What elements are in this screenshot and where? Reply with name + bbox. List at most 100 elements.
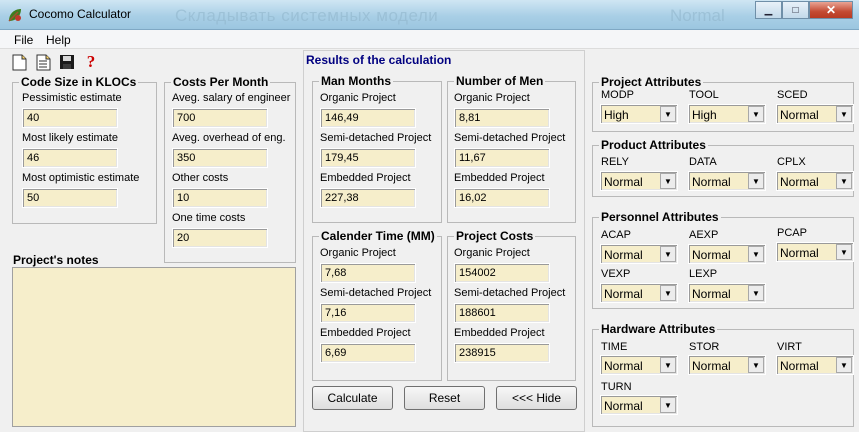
ct-organic-field[interactable]: 7,68 <box>320 263 416 283</box>
save-button[interactable] <box>58 53 76 71</box>
chevron-down-icon[interactable]: ▼ <box>748 246 764 262</box>
notes-textarea[interactable] <box>12 267 296 427</box>
chevron-down-icon[interactable]: ▼ <box>836 106 852 122</box>
ct-semi-field[interactable]: 7,16 <box>320 303 416 323</box>
turn-select[interactable]: Normal ▼ <box>600 395 678 415</box>
acap-select[interactable]: Normal ▼ <box>600 244 678 264</box>
chevron-down-icon[interactable]: ▼ <box>748 357 764 373</box>
pc-semi-field[interactable]: 188601 <box>454 303 550 323</box>
chevron-down-icon[interactable]: ▼ <box>660 285 676 301</box>
reset-button[interactable]: Reset <box>404 386 485 410</box>
ct-organic-label: Organic Project <box>320 247 396 259</box>
mm-semi-label: Semi-detached Project <box>320 132 432 144</box>
project-attributes-title: Project Attributes <box>599 75 704 89</box>
chevron-down-icon[interactable]: ▼ <box>748 106 764 122</box>
product-attributes-group: Product Attributes RELY Normal ▼ DATA No… <box>592 138 854 197</box>
chevron-down-icon[interactable]: ▼ <box>748 173 764 189</box>
pcap-label: PCAP <box>777 227 807 239</box>
lexp-select[interactable]: Normal ▼ <box>688 283 766 303</box>
number-of-men-group: Number of Men Organic Project 8,81 Semi-… <box>447 74 576 223</box>
rely-label: RELY <box>601 156 629 168</box>
cplx-value: Normal <box>780 175 819 189</box>
help-button[interactable]: ? <box>82 52 100 71</box>
hardware-attributes-title: Hardware Attributes <box>599 322 718 336</box>
tool-select[interactable]: High ▼ <box>688 104 766 124</box>
ct-semi-label: Semi-detached Project <box>320 287 432 299</box>
mm-embedded-field[interactable]: 227,38 <box>320 188 416 208</box>
hide-button[interactable]: <<< Hide <box>496 386 577 410</box>
chevron-down-icon[interactable]: ▼ <box>836 244 852 260</box>
overhead-field[interactable]: 350 <box>172 148 268 168</box>
maximize-button[interactable]: □ <box>782 1 809 19</box>
rely-select[interactable]: Normal ▼ <box>600 171 678 191</box>
nm-organic-field[interactable]: 8,81 <box>454 108 550 128</box>
code-size-title: Code Size in KLOCs <box>19 75 139 89</box>
new-file-button[interactable] <box>10 53 28 71</box>
chevron-down-icon[interactable]: ▼ <box>660 106 676 122</box>
virt-select[interactable]: Normal ▼ <box>776 355 854 375</box>
lexp-value: Normal <box>692 287 731 301</box>
mm-organic-field[interactable]: 146,49 <box>320 108 416 128</box>
chevron-down-icon[interactable]: ▼ <box>748 285 764 301</box>
virt-label: VIRT <box>777 341 802 353</box>
other-costs-field[interactable]: 10 <box>172 188 268 208</box>
pessimistic-field[interactable]: 40 <box>22 108 118 128</box>
lexp-label: LEXP <box>689 268 718 280</box>
background-window-title: Складывать системных модели <box>175 6 439 25</box>
menu-file[interactable]: File <box>14 33 33 47</box>
window-controls: ▁ □ ✕ <box>755 1 853 19</box>
time-select[interactable]: Normal ▼ <box>600 355 678 375</box>
vexp-select[interactable]: Normal ▼ <box>600 283 678 303</box>
chevron-down-icon[interactable]: ▼ <box>836 357 852 373</box>
nm-embedded-label: Embedded Project <box>454 172 545 184</box>
sced-label: SCED <box>777 89 808 101</box>
calendar-time-title: Calender Time (MM) <box>319 229 437 243</box>
salary-field[interactable]: 700 <box>172 108 268 128</box>
optimistic-label: Most optimistic estimate <box>22 172 140 184</box>
personnel-attributes-group: Personnel Attributes ACAP Normal ▼ AEXP … <box>592 210 854 309</box>
vexp-value: Normal <box>604 287 643 301</box>
onetime-costs-field[interactable]: 20 <box>172 228 268 248</box>
salary-label: Aveg. salary of engineer <box>172 92 291 104</box>
stor-select[interactable]: Normal ▼ <box>688 355 766 375</box>
data-select[interactable]: Normal ▼ <box>688 171 766 191</box>
ct-embedded-field[interactable]: 6,69 <box>320 343 416 363</box>
title-bar[interactable]: Cocomo Calculator Складывать системных м… <box>0 0 859 30</box>
chevron-down-icon[interactable]: ▼ <box>836 173 852 189</box>
calculate-button[interactable]: Calculate <box>312 386 393 410</box>
hardware-attributes-group: Hardware Attributes TIME Normal ▼ STOR N… <box>592 322 854 427</box>
pc-embedded-field[interactable]: 238915 <box>454 343 550 363</box>
chevron-down-icon[interactable]: ▼ <box>660 173 676 189</box>
chevron-down-icon[interactable]: ▼ <box>660 357 676 373</box>
pc-embedded-label: Embedded Project <box>454 327 545 339</box>
project-attributes-group: Project Attributes MODP High ▼ TOOL High… <box>592 75 854 132</box>
time-label: TIME <box>601 341 628 353</box>
pessimistic-label: Pessimistic estimate <box>22 92 122 104</box>
cplx-select[interactable]: Normal ▼ <box>776 171 854 191</box>
pcap-select[interactable]: Normal ▼ <box>776 242 854 262</box>
close-button[interactable]: ✕ <box>809 1 853 19</box>
mm-organic-label: Organic Project <box>320 92 396 104</box>
nm-semi-field[interactable]: 11,67 <box>454 148 550 168</box>
results-title: Results of the calculation <box>306 53 452 67</box>
chevron-down-icon[interactable]: ▼ <box>660 246 676 262</box>
likely-label: Most likely estimate <box>22 132 118 144</box>
pc-organic-field[interactable]: 154002 <box>454 263 550 283</box>
mm-semi-field[interactable]: 179,45 <box>320 148 416 168</box>
save-icon <box>60 55 74 69</box>
modp-select[interactable]: High ▼ <box>600 104 678 124</box>
modp-label: MODP <box>601 89 634 101</box>
nm-embedded-field[interactable]: 16,02 <box>454 188 550 208</box>
aexp-select[interactable]: Normal ▼ <box>688 244 766 264</box>
nm-semi-label: Semi-detached Project <box>454 132 566 144</box>
menu-help[interactable]: Help <box>46 33 71 47</box>
sced-select[interactable]: Normal ▼ <box>776 104 854 124</box>
minimize-button[interactable]: ▁ <box>755 1 782 19</box>
likely-field[interactable]: 46 <box>22 148 118 168</box>
personnel-attributes-title: Personnel Attributes <box>599 210 721 224</box>
optimistic-field[interactable]: 50 <box>22 188 118 208</box>
open-file-button[interactable] <box>34 53 52 71</box>
pc-semi-label: Semi-detached Project <box>454 287 566 299</box>
window-title: Cocomo Calculator <box>29 7 132 21</box>
chevron-down-icon[interactable]: ▼ <box>660 397 676 413</box>
